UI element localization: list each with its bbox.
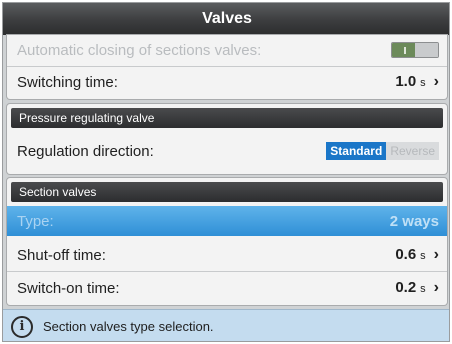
- toggle-off-half: [415, 43, 438, 57]
- shutoff-time-unit: s: [420, 250, 426, 262]
- switching-time-value-group: 1.0 s ›: [395, 73, 439, 91]
- option-standard[interactable]: Standard: [326, 142, 387, 160]
- chevron-right-icon: ›: [433, 246, 439, 263]
- chevron-right-icon: ›: [433, 73, 439, 90]
- auto-close-row: Automatic closing of sections valves:: [7, 35, 447, 65]
- shutoff-time-value-group: 0.6 s ›: [395, 246, 439, 264]
- pressure-section-header: Pressure regulating valve: [11, 108, 443, 128]
- type-label: Type:: [17, 212, 54, 230]
- section-valves-header-text: Section valves: [19, 185, 97, 199]
- section-valves-panel: Section valves Type: 2 ways Shut-off tim…: [7, 178, 447, 305]
- section-valves-header: Section valves: [11, 182, 443, 202]
- general-settings-panel: Automatic closing of sections valves: Sw…: [7, 35, 447, 99]
- regulation-direction-row: Regulation direction: Standard Reverse: [7, 136, 447, 166]
- switching-time-row[interactable]: Switching time: 1.0 s ›: [7, 67, 447, 97]
- type-row[interactable]: Type: 2 ways: [7, 206, 447, 236]
- auto-close-label: Automatic closing of sections valves:: [17, 41, 262, 59]
- switching-time-label: Switching time:: [17, 73, 118, 91]
- switchon-time-label: Switch-on time:: [17, 279, 120, 297]
- switchon-time-value-group: 0.2 s ›: [395, 279, 439, 297]
- window-title: Valves: [3, 3, 449, 35]
- switchon-time-value: 0.2: [395, 279, 417, 296]
- shutoff-time-value: 0.6: [395, 246, 417, 263]
- shutoff-time-label: Shut-off time:: [17, 246, 106, 264]
- switching-time-unit: s: [420, 77, 426, 89]
- regulation-direction-label: Regulation direction:: [17, 142, 154, 160]
- option-reverse[interactable]: Reverse: [386, 142, 439, 160]
- auto-close-toggle[interactable]: [391, 42, 439, 58]
- switching-time-value: 1.0: [395, 73, 417, 90]
- switchon-time-row[interactable]: Switch-on time: 0.2 s ›: [7, 273, 447, 303]
- valves-screen: Valves Automatic closing of sections val…: [2, 2, 450, 342]
- toggle-on-half: [392, 43, 415, 57]
- switchon-time-unit: s: [420, 283, 426, 295]
- regulation-direction-selector[interactable]: Standard Reverse: [326, 142, 439, 160]
- title-text: Valves: [202, 10, 252, 27]
- type-value: 2 ways: [389, 212, 439, 230]
- status-bar: i Section valves type selection.: [3, 309, 449, 341]
- pressure-valve-panel: Pressure regulating valve Regulation dir…: [7, 104, 447, 174]
- divider: [7, 271, 447, 272]
- status-message: Section valves type selection.: [43, 319, 214, 334]
- chevron-right-icon: ›: [433, 279, 439, 296]
- pressure-header-text: Pressure regulating valve: [19, 111, 155, 125]
- info-icon: i: [11, 315, 33, 338]
- shutoff-time-row[interactable]: Shut-off time: 0.6 s ›: [7, 240, 447, 270]
